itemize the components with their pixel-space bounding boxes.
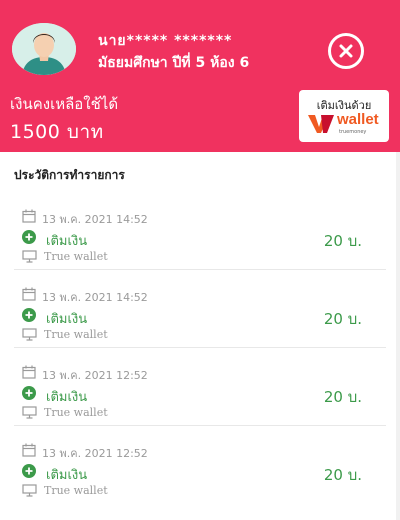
close-button[interactable] (328, 33, 364, 69)
balance-label: เงินคงเหลือใช้ได้ (10, 95, 119, 113)
wallet-w-icon (308, 115, 334, 133)
transaction-amount: 20 บ. (323, 232, 362, 250)
transaction-channel: True wallet (44, 250, 108, 263)
user-name: นาย***** ******* (98, 33, 233, 49)
monitor-icon (22, 250, 37, 263)
transaction-type: เติมเงิน (46, 390, 88, 405)
calendar-icon (22, 287, 36, 301)
transaction-date: 13 พ.ค. 2021 14:52 (42, 291, 148, 304)
balance-amount: 1500 บาท (10, 121, 104, 143)
transaction-type: เติมเงิน (46, 468, 88, 483)
transaction-type: เติมเงิน (46, 234, 88, 249)
transaction-channel: True wallet (44, 328, 108, 341)
transaction-amount: 20 บ. (323, 388, 362, 406)
transaction-date: 13 พ.ค. 2021 14:52 (42, 213, 148, 226)
plus-circle-icon (22, 386, 36, 400)
truemoney-wallet-logo: wallet truemoney (307, 110, 381, 138)
plus-circle-icon (22, 230, 36, 244)
user-avatar (12, 23, 76, 75)
plus-circle-icon (22, 308, 36, 322)
scrollbar[interactable] (396, 152, 400, 520)
monitor-icon (22, 484, 37, 497)
transaction-date: 13 พ.ค. 2021 12:52 (42, 369, 148, 382)
topup-wallet-button[interactable]: เติมเงินด้วย wallet truemoney (299, 90, 389, 142)
transaction-amount: 20 บ. (323, 310, 362, 328)
transaction-row[interactable]: 13 พ.ค. 2021 14:52 เติมเงิน 20 บ. True w… (0, 192, 400, 270)
transaction-row[interactable]: 13 พ.ค. 2021 12:52 เติมเงิน 20 บ. True w… (0, 426, 400, 504)
transaction-row[interactable]: 13 พ.ค. 2021 12:52 เติมเงิน 20 บ. True w… (0, 348, 400, 426)
wallet-logo-text: wallet (337, 111, 379, 128)
transaction-type: เติมเงิน (46, 312, 88, 327)
calendar-icon (22, 365, 36, 379)
profile-header: นาย***** ******* มัธยมศึกษา ปีที่ 5 ห้อง… (0, 0, 400, 152)
calendar-icon (22, 209, 36, 223)
user-class: มัธยมศึกษา ปีที่ 5 ห้อง 6 (98, 55, 250, 71)
wallet-logo-sub: truemoney (339, 129, 367, 135)
transaction-list: 13 พ.ค. 2021 14:52 เติมเงิน 20 บ. True w… (0, 192, 400, 504)
transaction-row[interactable]: 13 พ.ค. 2021 14:52 เติมเงิน 20 บ. True w… (0, 270, 400, 348)
monitor-icon (22, 328, 37, 341)
history-title: ประวัติการทำรายการ (14, 168, 125, 182)
transaction-channel: True wallet (44, 406, 108, 419)
monitor-icon (22, 406, 37, 419)
transaction-channel: True wallet (44, 484, 108, 497)
plus-circle-icon (22, 464, 36, 478)
calendar-icon (22, 443, 36, 457)
close-icon (339, 44, 353, 58)
transaction-amount: 20 บ. (323, 466, 362, 484)
transaction-date: 13 พ.ค. 2021 12:52 (42, 447, 148, 460)
